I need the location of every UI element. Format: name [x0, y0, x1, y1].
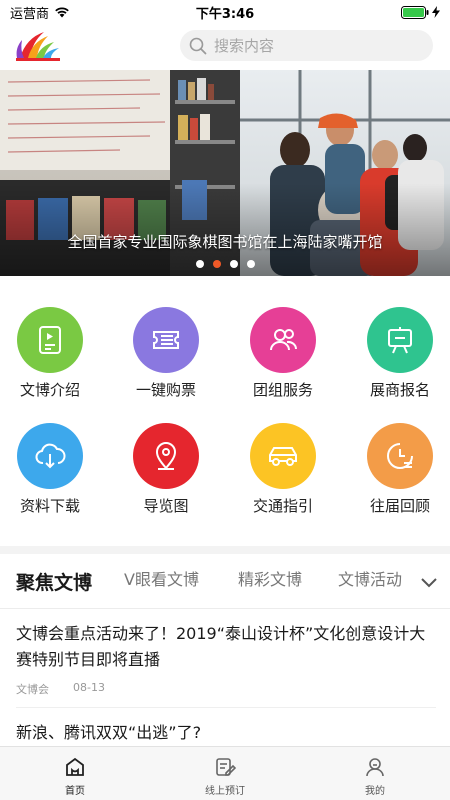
grid-label: 文博介绍: [19, 381, 80, 399]
grid-label: 导览图: [143, 497, 189, 515]
bottom-nav: 首页 线上预订 我的: [0, 746, 450, 800]
search-input[interactable]: [214, 36, 414, 55]
grid-label: 资料下载: [19, 497, 80, 515]
news-date: 08-13: [73, 681, 105, 694]
grid-item-ticket[interactable]: 一键购票: [116, 296, 216, 408]
grid-item-exhibitor[interactable]: 展商报名: [350, 296, 450, 408]
profile-icon: [366, 758, 384, 777]
news-tabs: 聚焦文博 V眼看文博 精彩文博 文博活动: [0, 554, 450, 609]
grid-item-guide-map[interactable]: 导览图: [116, 412, 216, 524]
news-separator: [16, 707, 436, 708]
news-meta: 文博会 08-13: [16, 681, 436, 697]
grid-item-traffic[interactable]: 交通指引: [233, 412, 333, 524]
app-screen: 运营商 下午3:46 搜索内容 全国首家专业国际象棋图书馆在上海陆家嘴开馆 文博…: [0, 0, 450, 800]
location-pin-icon: [133, 423, 199, 489]
news-source: 文博会: [16, 683, 49, 696]
logo-icon[interactable]: [14, 28, 62, 64]
edit-booking-icon: [216, 758, 236, 776]
news-title[interactable]: 文博会重点活动来了！2019“泰山设计杯”文化创意设计大赛特别节目即将直播: [16, 621, 436, 673]
carousel-dot[interactable]: [246, 260, 255, 268]
tab-highlights[interactable]: 精彩文博: [238, 566, 302, 590]
news-item[interactable]: 文博会重点活动来了！2019“泰山设计杯”文化创意设计大赛特别节目即将直播 文博…: [16, 621, 436, 697]
search-bar[interactable]: [180, 30, 433, 61]
banner-caption[interactable]: 全国首家专业国际象棋图书馆在上海陆家嘴开馆: [0, 231, 450, 252]
nav-label: 我的: [365, 786, 385, 797]
tab-activities[interactable]: 文博活动: [338, 566, 402, 590]
news-item[interactable]: 新浪、腾讯双双“出逃”了?: [16, 720, 436, 746]
tab-v-view[interactable]: V眼看文博: [124, 566, 199, 590]
section-divider: [0, 546, 450, 554]
news-title[interactable]: 新浪、腾讯双双“出逃”了?: [16, 720, 436, 746]
nav-label: 线上预订: [205, 786, 245, 797]
battery-icon: [401, 5, 429, 19]
grid-item-intro[interactable]: 文博介绍: [0, 296, 100, 408]
nav-label: 首页: [65, 786, 85, 797]
grid-item-group[interactable]: 团组服务: [233, 296, 333, 408]
ticket-icon: [133, 307, 199, 373]
wifi-icon: [55, 7, 69, 18]
nav-profile[interactable]: 我的: [300, 747, 450, 800]
grid-label: 交通指引: [252, 497, 313, 515]
grid-label: 团组服务: [252, 381, 313, 399]
carousel-dot[interactable]: [195, 260, 204, 268]
app-header: [0, 24, 450, 70]
search-icon: [189, 37, 207, 54]
charging-icon: [432, 6, 440, 18]
carousel-dot[interactable]: [229, 260, 238, 268]
group-icon: [250, 307, 316, 373]
video-book-icon: [17, 307, 83, 373]
home-icon: [66, 757, 84, 776]
grid-label: 展商报名: [369, 381, 430, 399]
tab-focus[interactable]: 聚焦文博: [16, 568, 92, 595]
cloud-download-icon: [17, 423, 83, 489]
nav-home[interactable]: 首页: [0, 747, 150, 800]
carousel-indicators: [0, 260, 450, 268]
chevron-down-icon[interactable]: [418, 572, 440, 594]
status-bar: 运营商 下午3:46: [0, 0, 450, 24]
grid-label: 一键购票: [135, 381, 196, 399]
banner-carousel[interactable]: 全国首家专业国际象棋图书馆在上海陆家嘴开馆: [0, 70, 450, 276]
grid-item-review[interactable]: 往届回顾: [350, 412, 450, 524]
carrier-label: 运营商: [10, 6, 50, 22]
history-icon: [367, 423, 433, 489]
nav-booking[interactable]: 线上预订: [150, 747, 300, 800]
carousel-dot-active[interactable]: [212, 260, 221, 268]
exhibit-board-icon: [367, 307, 433, 373]
grid-item-download[interactable]: 资料下载: [0, 412, 100, 524]
grid-label: 往届回顾: [369, 497, 430, 515]
car-icon: [250, 423, 316, 489]
